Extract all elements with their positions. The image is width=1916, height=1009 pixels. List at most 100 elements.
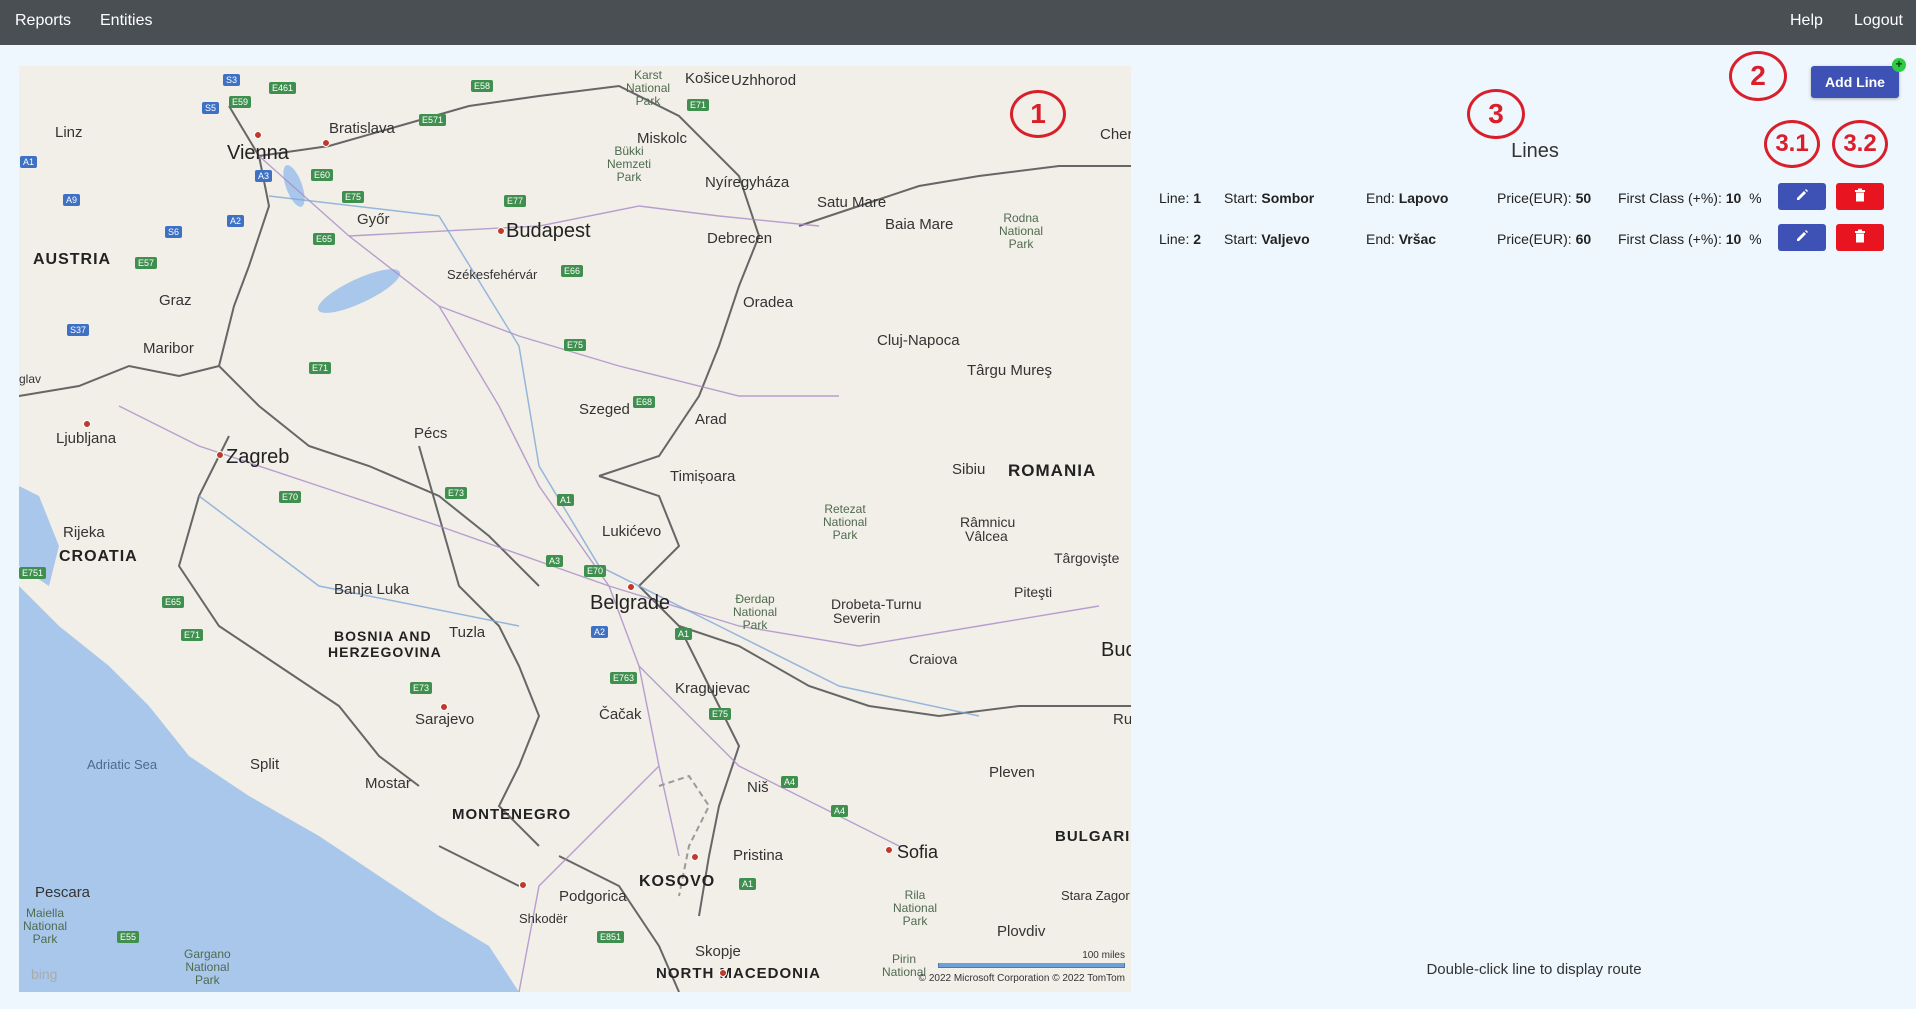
map-label-skopje: Skopje [695, 943, 741, 960]
map-label-derdap-2: National [733, 605, 778, 619]
map-label-gargano-1: Gargano [184, 947, 231, 961]
line-first-class-field: First Class (+%): 10 % [1618, 231, 1762, 247]
map-label-pecs: Pécs [414, 425, 448, 442]
map-label-stara-zagora: Stara Zagor [1061, 888, 1130, 903]
line-end-field: End: Vršac [1366, 231, 1436, 247]
line-start-label: Start: [1224, 190, 1258, 206]
map-city-dot [519, 881, 527, 889]
delete-line-button[interactable] [1836, 224, 1884, 251]
line-end-label: End: [1366, 231, 1395, 247]
map-label-mostar: Mostar [365, 775, 411, 792]
map-label-cluj: Cluj-Napoca [877, 332, 960, 349]
map-label-vienna: Vienna [227, 142, 289, 164]
map-label-ru: Ru [1113, 711, 1131, 728]
map-label-karst-1: Karst [634, 68, 663, 82]
nav-logout-link[interactable]: Logout [1854, 12, 1903, 30]
line-id-field: Line: 2 [1159, 231, 1201, 247]
map-label-bih-1: BOSNIA AND [334, 628, 432, 644]
map-label-kosovo: KOSOVO [639, 873, 716, 890]
line-first-class-value: 10 [1725, 231, 1742, 247]
add-plus-icon: + [1892, 58, 1906, 72]
map-label-linz: Linz [55, 124, 83, 141]
road-shield: E763 [610, 672, 638, 684]
add-line-button[interactable]: Add Line [1811, 66, 1899, 98]
road-shield: E77 [504, 195, 527, 207]
map-label-rijeka: Rijeka [63, 524, 105, 541]
annotation-2: 2 [1729, 51, 1787, 101]
map-label-gargano-park: Gargano National Park [184, 948, 231, 987]
delete-line-button[interactable] [1836, 183, 1884, 210]
map-scale-bar [938, 963, 1125, 968]
map-scale-label: 100 miles [1082, 950, 1125, 961]
road-shield: E71 [181, 629, 204, 641]
bing-logo: bing [31, 966, 58, 982]
map-label-croatia: CROATIA [59, 548, 138, 565]
route-map[interactable]: Bratislava Vienna Budapest AUSTRIA Graz … [19, 66, 1131, 992]
map-label-nis: Niš [747, 779, 769, 796]
map-label-drobeta-2: Severin [833, 610, 881, 626]
line-row[interactable]: Line: 2 Start: Valjevo End: Vršac Price(… [1159, 224, 1899, 254]
map-label-bih-2: HERZEGOVINA [328, 644, 442, 660]
road-shield: E71 [309, 362, 332, 374]
road-shield: S37 [67, 324, 90, 336]
map-label-baia-mare: Baia Mare [885, 216, 954, 233]
map-label-maribor: Maribor [143, 340, 194, 357]
map-city-dot [627, 583, 635, 591]
map-label-rodna-3: Park [1008, 237, 1034, 251]
trash-icon [1855, 188, 1865, 202]
map-label-szekesfehervar: Székesfehérvár [447, 267, 538, 282]
line-price-label: Price(EUR): [1497, 231, 1572, 247]
line-first-class-field: First Class (+%): 10 % [1618, 190, 1762, 206]
map-label-pristina: Pristina [733, 847, 784, 864]
line-id-label: Line: [1159, 231, 1190, 247]
map-label-tuzla: Tuzla [449, 624, 486, 641]
road-shield: S6 [165, 226, 183, 238]
nav-entities-link[interactable]: Entities [100, 12, 152, 30]
map-label-derdap-3: Park [742, 618, 768, 632]
road-shield: E57 [135, 257, 158, 269]
annotation-1: 1 [1010, 90, 1066, 138]
map-label-arad: Arad [695, 411, 727, 428]
map-label-satu-mare: Satu Mare [817, 194, 887, 211]
road-shield: E751 [19, 567, 47, 579]
map-label-maiella-3: Park [32, 932, 58, 946]
map-label-banja-luka: Banja Luka [334, 581, 410, 598]
map-label-targu-mures: Târgu Mureş [967, 362, 1053, 379]
nav-help-link[interactable]: Help [1790, 12, 1823, 30]
map-city-dot [691, 853, 699, 861]
line-price-value: 50 [1575, 190, 1592, 206]
map-label-gyor: Győr [357, 211, 390, 228]
map-label-rodna-2: National [999, 224, 1044, 238]
map-label-belgrade: Belgrade [590, 592, 671, 614]
road-shield: E571 [419, 114, 447, 126]
map-label-kosice: Košice [685, 70, 731, 87]
edit-line-button[interactable] [1778, 183, 1826, 210]
map-label-bulgaria: BULGARIA [1055, 828, 1131, 845]
map-label-targoviste: Târgovişte [1054, 550, 1120, 566]
line-start-field: Start: Valjevo [1224, 231, 1310, 247]
nav-reports-link[interactable]: Reports [15, 12, 71, 30]
road-shield: E75 [564, 339, 587, 351]
road-shield: E58 [471, 80, 494, 92]
line-percent-sign: % [1749, 190, 1762, 206]
road-shield: E66 [561, 265, 584, 277]
map-label-cherr: Cherr [1100, 126, 1131, 143]
map-label-adriatic: Adriatic Sea [87, 757, 158, 772]
line-id-label: Line: [1159, 190, 1190, 206]
map-label-lukicevo: Lukićevo [602, 523, 662, 540]
map-label-bukki-3: Park [616, 170, 642, 184]
road-shield: E461 [269, 82, 297, 94]
map-label-budapest: Budapest [506, 220, 591, 242]
edit-line-button[interactable] [1778, 224, 1826, 251]
line-price-field: Price(EUR): 60 [1497, 231, 1591, 247]
road-shield: A1 [675, 628, 693, 640]
line-percent-sign: % [1749, 231, 1762, 247]
line-row[interactable]: Line: 1 Start: Sombor End: Lapovo Price(… [1159, 183, 1899, 213]
road-shield: E60 [311, 169, 334, 181]
map-label-rila-park: Rila National Park [893, 889, 937, 928]
road-shield: E70 [584, 565, 607, 577]
map-label-sofia: Sofia [897, 842, 939, 862]
annotation-3-2: 3.2 [1832, 120, 1888, 168]
map-label-craiova: Craiova [909, 651, 958, 667]
line-start-value: Sombor [1261, 190, 1315, 206]
